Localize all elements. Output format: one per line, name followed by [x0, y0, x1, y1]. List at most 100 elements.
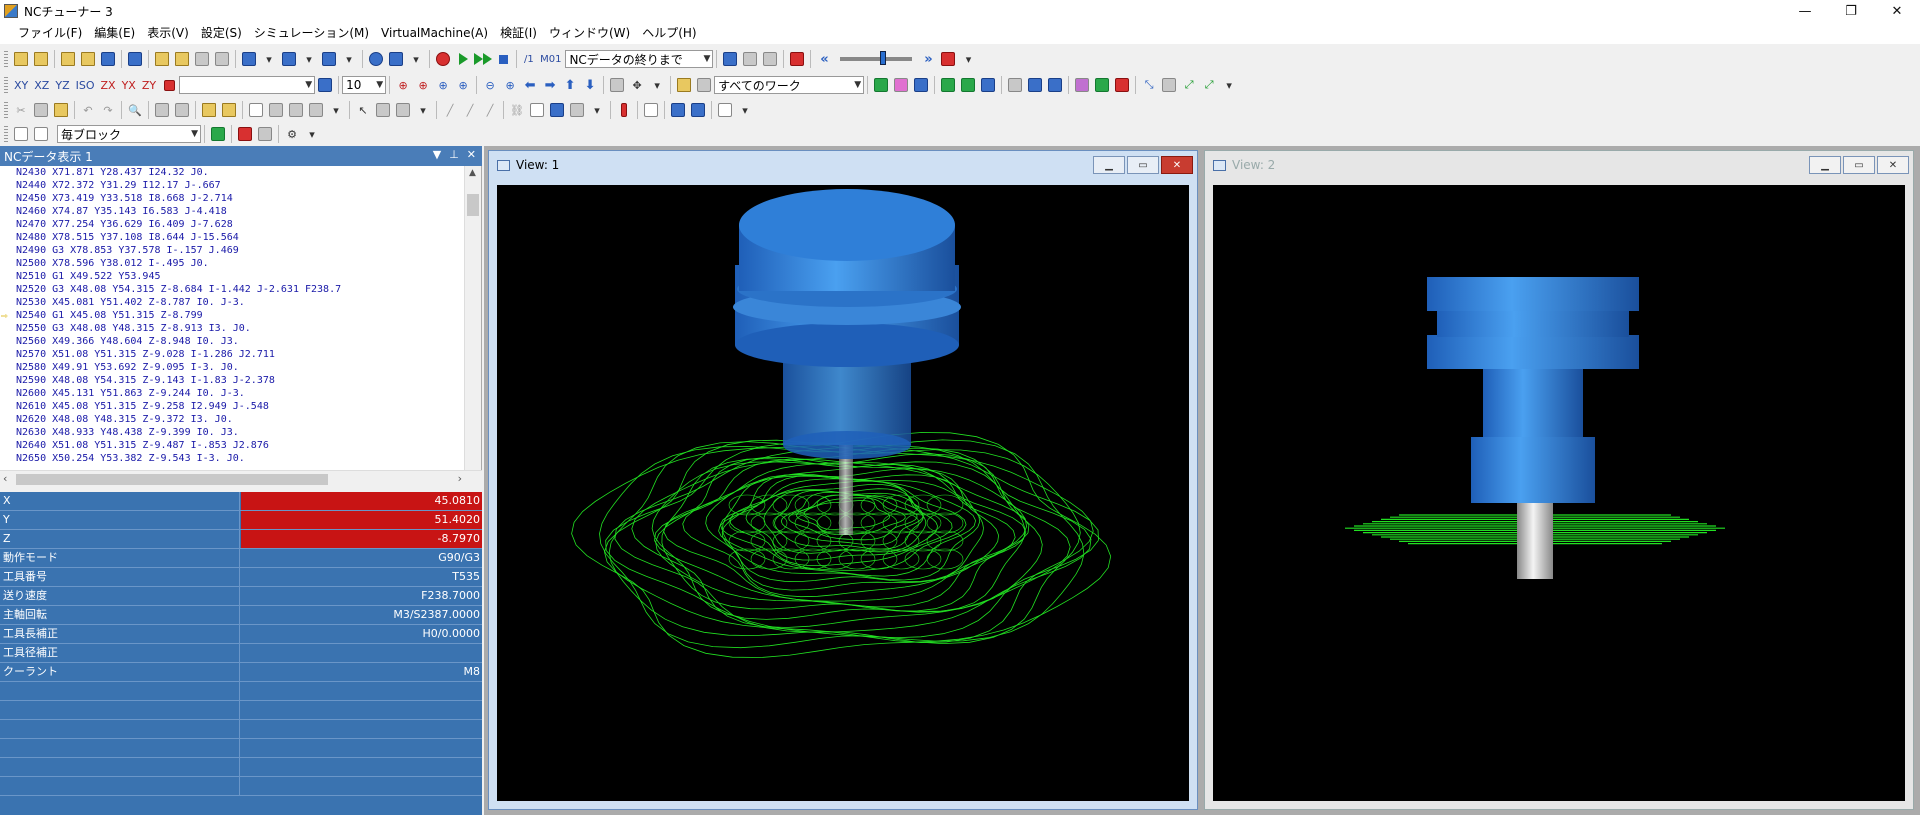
solid-icon[interactable] [1073, 76, 1091, 94]
rotate-y-icon[interactable]: ⊕ [414, 76, 432, 94]
menu-window[interactable]: ウィンドウ(W) [543, 22, 636, 44]
optional-stop-toggle[interactable]: /1 M01 [524, 54, 561, 65]
view-yx-button[interactable]: YX [119, 79, 139, 92]
dropdown-arrow-icon[interactable]: ▾ [300, 50, 318, 68]
menu-settings[interactable]: 設定(S) [195, 22, 248, 44]
nc-line[interactable]: N2490 G3 X78.853 Y37.578 I-.157 J.469 [0, 244, 481, 257]
view-2-maximize-button[interactable]: ▭ [1843, 156, 1875, 174]
view-zy-button[interactable]: ZY [139, 79, 159, 92]
dropdown-arrow-icon[interactable]: ▾ [340, 50, 358, 68]
nc-line[interactable]: N2630 X48.933 Y48.438 Z-9.399 I0. J3. [0, 426, 481, 439]
nc-line[interactable]: N2570 X51.08 Y51.315 Z-9.028 I-1.286 J2.… [0, 348, 481, 361]
scroll-right-icon[interactable]: › [458, 472, 462, 485]
fast-forward-icon[interactable] [474, 50, 492, 68]
work-select[interactable]: すべてのワーク ▼ [714, 76, 865, 94]
dropdown-arrow-icon[interactable]: ▾ [407, 50, 425, 68]
redo-icon[interactable]: ↷ [99, 101, 117, 119]
tree-icon[interactable] [669, 101, 687, 119]
nc-line[interactable]: N2590 X48.08 Y54.315 Z-9.143 I-1.83 J-2.… [0, 374, 481, 387]
stamp-icon[interactable] [220, 101, 238, 119]
block-tool-icon[interactable]: ⚙ [283, 125, 301, 143]
rotate-x-icon[interactable]: ⊕ [394, 76, 412, 94]
nc-line[interactable]: N2640 X51.08 Y51.315 Z-9.487 I-.853 J2.8… [0, 439, 481, 452]
measure-angle-icon[interactable] [394, 101, 412, 119]
dropdown-arrow-icon[interactable]: ▾ [1220, 76, 1238, 94]
copy-icon[interactable] [32, 101, 50, 119]
shade-solid-icon[interactable] [959, 76, 977, 94]
view-window-1[interactable]: View: 1 ▁ ▭ ✕ [488, 150, 1198, 810]
toolbar-grip[interactable] [4, 51, 8, 67]
forward-icon[interactable]: » [919, 50, 937, 68]
nc-line[interactable]: N2610 X45.08 Y51.315 Z-9.258 I2.949 J-.5… [0, 400, 481, 413]
view-1-maximize-button[interactable]: ▭ [1127, 156, 1159, 174]
tool-display-icon[interactable] [1006, 76, 1024, 94]
link-icon[interactable]: ⛓ [508, 101, 526, 119]
menu-simulation[interactable]: シミュレーション(M) [248, 22, 375, 44]
wire-icon[interactable] [979, 76, 997, 94]
path-green-icon[interactable]: ⤢ [1180, 76, 1198, 94]
folder-icon[interactable] [59, 50, 77, 68]
close-button[interactable]: ✕ [1874, 0, 1920, 22]
view-xz-button[interactable]: XZ [31, 79, 52, 92]
open-nc-icon[interactable] [153, 50, 171, 68]
dropdown-arrow-icon[interactable]: ▾ [959, 50, 977, 68]
image-icon[interactable] [548, 101, 566, 119]
simulation-settings-icon[interactable] [939, 50, 957, 68]
open-tool-icon[interactable] [193, 50, 211, 68]
open-work-icon[interactable] [173, 50, 191, 68]
zoom-out-icon[interactable]: ⊖ [481, 76, 499, 94]
nc-line[interactable]: N2510 G1 X49.522 Y53.945 [0, 270, 481, 283]
nc-hscroll-thumb[interactable] [16, 474, 328, 485]
rewind-icon[interactable]: « [815, 50, 833, 68]
view-yz-button[interactable]: YZ [52, 79, 72, 92]
nc-line[interactable]: N2600 X45.131 Y51.863 Z-9.244 I0. J-3. [0, 387, 481, 400]
context-help-icon[interactable] [387, 50, 405, 68]
view-custom-icon[interactable] [160, 76, 178, 94]
dropdown-arrow-icon[interactable]: ▾ [588, 101, 606, 119]
clock-icon[interactable] [434, 50, 452, 68]
list-icon[interactable] [568, 101, 586, 119]
nc-vertical-scrollbar[interactable]: ▲ [464, 166, 481, 470]
rotate-z-icon[interactable]: ⊕ [434, 76, 452, 94]
zoom-in-icon[interactable]: ⊕ [501, 76, 519, 94]
rect-icon[interactable] [247, 101, 265, 119]
view-1-viewport[interactable] [497, 185, 1189, 801]
new-file-icon[interactable] [12, 50, 30, 68]
tool-change-icon[interactable] [761, 50, 779, 68]
help-icon[interactable] [367, 50, 385, 68]
panel-menu-icon[interactable]: ▼ [433, 148, 441, 161]
nc-line[interactable]: N2650 X50.254 Y53.382 Z-9.543 I-3. J0. [0, 452, 481, 465]
path-options-icon[interactable]: ⤢ [1200, 76, 1218, 94]
work-erase-icon[interactable] [695, 76, 713, 94]
view-1-close-button[interactable]: ✕ [1161, 156, 1193, 174]
pan-down-icon[interactable]: ⬇ [581, 76, 599, 94]
maximize-button[interactable]: ❐ [1828, 0, 1874, 22]
undo-icon[interactable]: ↶ [79, 101, 97, 119]
nc-data-list[interactable]: N2430 X71.871 Y28.437 I24.32 J0. N2440 X7… [0, 166, 482, 470]
close-doc-icon[interactable] [213, 50, 231, 68]
nc-line[interactable]: N2430 X71.871 Y28.437 I24.32 J0. [0, 166, 481, 179]
nc-line[interactable]: N2460 X74.87 Y35.143 I6.583 J-4.418 [0, 205, 481, 218]
view-2-minimize-button[interactable]: ▁ [1809, 156, 1841, 174]
print-preview-icon[interactable] [173, 101, 191, 119]
nc-line[interactable]: N2520 G3 X48.08 Y54.315 Z-8.684 I-1.442 … [0, 283, 481, 296]
folder-multi-icon[interactable] [79, 50, 97, 68]
delete-icon[interactable] [788, 50, 806, 68]
view-iso-button[interactable]: ISO [73, 79, 98, 92]
color-icon[interactable] [1093, 76, 1111, 94]
nc-line[interactable]: N2500 X78.596 Y38.012 I-.495 J0. [0, 257, 481, 270]
material-icon[interactable] [1113, 76, 1131, 94]
comment-icon[interactable] [267, 101, 285, 119]
pointer-icon[interactable]: ↖ [354, 101, 372, 119]
block-list-icon[interactable] [12, 125, 30, 143]
speed-slider[interactable] [840, 51, 913, 65]
view-select[interactable]: ▼ [179, 76, 316, 94]
dropdown-arrow-icon[interactable]: ▾ [414, 101, 432, 119]
shade-icon[interactable] [939, 76, 957, 94]
marker-icon[interactable] [615, 101, 633, 119]
toolbar-grip[interactable] [4, 102, 8, 118]
view-1-titlebar[interactable]: View: 1 ▁ ▭ ✕ [489, 151, 1197, 179]
play-icon[interactable] [454, 50, 472, 68]
tool-shape-icon[interactable] [1046, 76, 1064, 94]
work-edit-icon[interactable] [675, 76, 693, 94]
